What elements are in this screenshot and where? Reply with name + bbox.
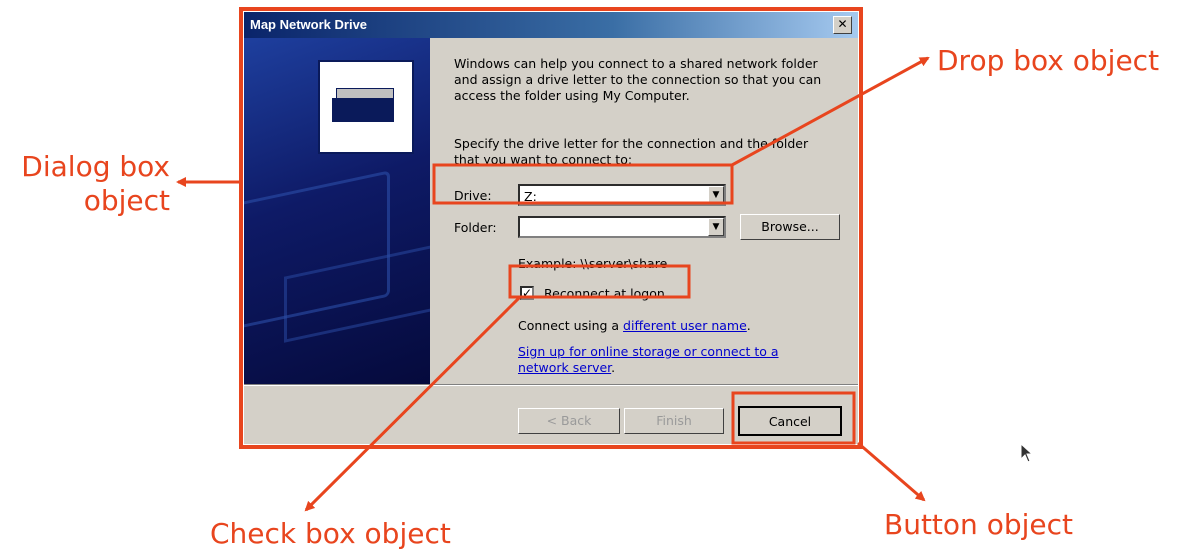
mouse-cursor-icon (1020, 443, 1034, 463)
dropdown-arrow-icon[interactable]: ▼ (708, 186, 724, 204)
signup-suffix: . (611, 360, 616, 375)
map-network-drive-dialog: Map Network Drive ✕ Windows can help you… (244, 12, 858, 444)
reconnect-checkbox[interactable]: ✓ (520, 286, 534, 300)
button-annotation: Button object (884, 508, 1073, 541)
wizard-body: Windows can help you connect to a shared… (430, 38, 858, 384)
drive-dropdown[interactable]: Z: ▼ (518, 184, 726, 206)
browse-button[interactable]: Browse... (740, 214, 840, 240)
back-button[interactable]: < Back (518, 408, 620, 434)
different-user-link[interactable]: different user name (623, 318, 747, 333)
checkmark-icon: ✓ (522, 286, 533, 300)
finish-button[interactable]: Finish (624, 408, 724, 434)
signup-link[interactable]: Sign up for online storage or connect to… (518, 344, 779, 375)
dialog-box-annotation: Dialog box object (21, 150, 170, 217)
connect-using-text: Connect using a different user name. (518, 318, 751, 333)
folder-label: Folder: (454, 220, 497, 235)
reconnect-label[interactable]: Reconnect at logon (544, 286, 665, 301)
connect-prefix: Connect using a (518, 318, 624, 333)
intro-text: Windows can help you connect to a shared… (454, 56, 822, 103)
signup-text: Sign up for online storage or connect to… (518, 344, 818, 376)
dialog-title: Map Network Drive (250, 17, 368, 32)
button-arrow (857, 441, 926, 502)
specify-text: Specify the drive letter for the connect… (454, 136, 809, 167)
cancel-button[interactable]: Cancel (738, 406, 842, 436)
close-icon: ✕ (837, 17, 848, 31)
example-text: Example: \\server\share (518, 256, 668, 271)
drive-label: Drive: (454, 188, 492, 203)
connect-suffix: . (746, 318, 751, 333)
title-bar[interactable]: Map Network Drive ✕ (244, 12, 858, 38)
drive-body-shape (332, 98, 394, 122)
check-box-annotation: Check box object (210, 517, 451, 550)
close-button[interactable]: ✕ (833, 16, 852, 34)
button-bar: < Back Finish Cancel (244, 386, 858, 444)
wizard-banner-image (244, 38, 430, 384)
drive-value: Z: (524, 189, 537, 204)
dropdown-arrow-icon[interactable]: ▼ (708, 218, 724, 236)
drop-box-annotation: Drop box object (937, 44, 1160, 77)
folder-combobox[interactable]: ▼ (518, 216, 726, 238)
